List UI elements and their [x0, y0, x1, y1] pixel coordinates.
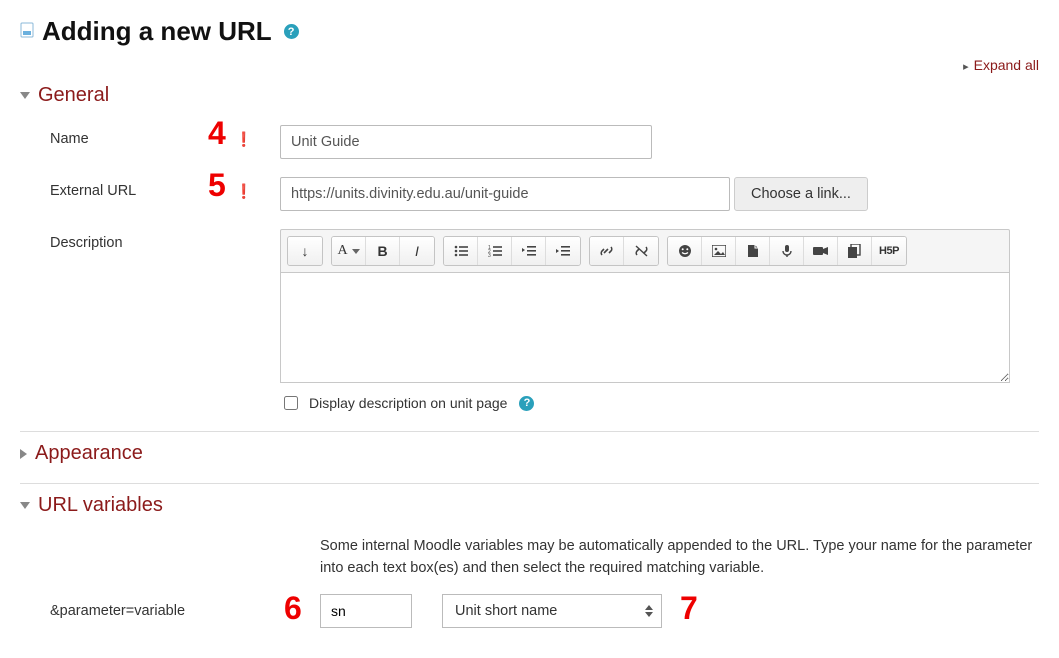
caret-right-icon [20, 449, 27, 459]
url-resource-icon [20, 22, 34, 41]
select-arrows-icon [645, 605, 653, 617]
svg-text:3: 3 [488, 253, 491, 257]
number-list-icon[interactable]: 123 [478, 237, 512, 265]
parameter-label: &parameter=variable [20, 603, 235, 619]
parameter-name-input[interactable] [320, 594, 412, 628]
annotation-6: 6 [284, 590, 302, 627]
bullet-list-icon[interactable] [444, 237, 478, 265]
section-divider [20, 483, 1039, 484]
description-textarea[interactable] [280, 273, 1010, 383]
section-general-header[interactable]: General [20, 84, 1039, 107]
required-icon: ❗ [235, 183, 252, 199]
description-editor[interactable]: ↓ A B I 123 [280, 229, 1010, 383]
annotation-7: 7 [680, 590, 698, 627]
video-icon[interactable] [804, 237, 838, 265]
display-description-checkbox[interactable] [284, 396, 298, 410]
help-icon[interactable]: ? [519, 396, 534, 411]
url-variables-description: Some internal Moodle variables may be au… [320, 535, 1039, 580]
bold-icon[interactable]: B [366, 237, 400, 265]
emoji-icon[interactable] [668, 237, 702, 265]
section-general-title: General [38, 84, 109, 107]
section-appearance-title: Appearance [35, 442, 143, 465]
microphone-icon[interactable] [770, 237, 804, 265]
external-url-label: External URL [20, 177, 235, 199]
indent-icon[interactable] [546, 237, 580, 265]
font-style-icon[interactable]: A [332, 237, 366, 265]
h5p-icon[interactable]: H5P [872, 237, 906, 265]
external-url-input[interactable] [280, 177, 730, 211]
file-icon[interactable] [736, 237, 770, 265]
section-url-variables-header[interactable]: URL variables [20, 494, 1039, 517]
section-url-variables-title: URL variables [38, 494, 163, 517]
link-icon[interactable] [590, 237, 624, 265]
section-appearance-header[interactable]: Appearance [20, 442, 1039, 465]
choose-link-button[interactable]: Choose a link... [734, 177, 868, 211]
required-icon: ❗ [235, 131, 252, 147]
unlink-icon[interactable] [624, 237, 658, 265]
image-icon[interactable] [702, 237, 736, 265]
outdent-icon[interactable] [512, 237, 546, 265]
section-divider [20, 431, 1039, 432]
help-icon[interactable]: ? [284, 24, 299, 39]
name-label: Name [20, 125, 235, 147]
description-label: Description [20, 229, 235, 251]
toolbar-toggle-icon[interactable]: ↓ [288, 237, 322, 265]
copy-icon[interactable] [838, 237, 872, 265]
display-description-label: Display description on unit page [309, 395, 507, 411]
parameter-variable-value: Unit short name [455, 603, 557, 619]
parameter-variable-select[interactable]: Unit short name [442, 594, 662, 628]
italic-icon[interactable]: I [400, 237, 434, 265]
name-input[interactable] [280, 125, 652, 159]
expand-all-link[interactable]: Expand all [963, 57, 1039, 73]
caret-down-icon [20, 502, 30, 509]
page-title: Adding a new URL [42, 16, 272, 47]
caret-down-icon [20, 92, 30, 99]
